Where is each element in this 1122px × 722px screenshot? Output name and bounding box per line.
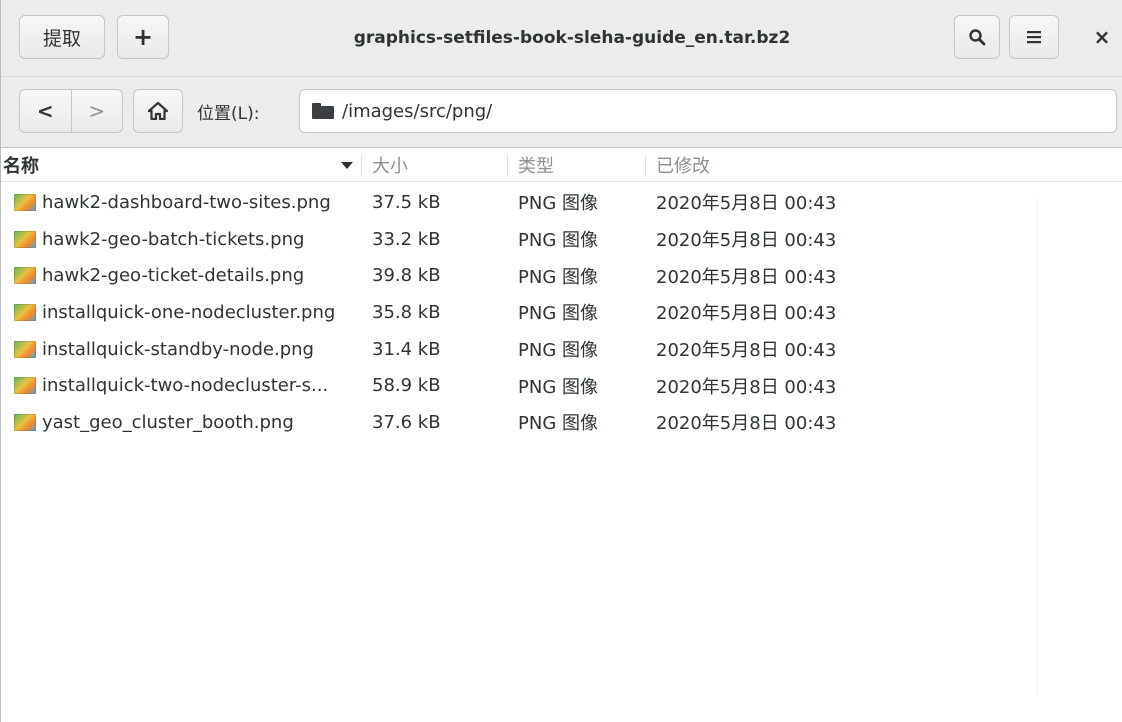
file-type: PNG 图像	[518, 266, 598, 288]
file-type: PNG 图像	[518, 413, 598, 435]
file-modified: 2020年5月8日 00:43	[656, 266, 837, 288]
image-file-icon	[14, 413, 36, 431]
file-row[interactable]: hawk2-geo-batch-tickets.png 33.2 kB PNG …	[1, 221, 1122, 258]
file-name-cell: hawk2-dashboard-two-sites.png	[14, 184, 360, 221]
file-name-cell: installquick-two-nodecluster-s...	[14, 367, 360, 404]
file-size: 37.6 kB	[372, 411, 441, 433]
file-type: PNG 图像	[518, 376, 598, 398]
file-size: 39.8 kB	[372, 265, 441, 287]
location-path-field[interactable]: /images/src/png/	[299, 89, 1117, 133]
sort-descending-icon	[341, 162, 353, 169]
file-name: installquick-standby-node.png	[42, 338, 314, 360]
column-divider	[645, 154, 646, 176]
file-modified: 2020年5月8日 00:43	[656, 340, 837, 362]
file-modified: 2020年5月8日 00:43	[656, 376, 837, 398]
column-header-row: 名称 大小 类型 已修改	[1, 148, 1122, 182]
home-button[interactable]	[133, 89, 183, 133]
file-modified: 2020年5月8日 00:43	[656, 413, 837, 435]
column-divider	[507, 154, 508, 176]
back-button[interactable]: <	[20, 90, 72, 132]
home-icon	[148, 102, 168, 120]
column-divider	[361, 154, 362, 176]
search-button[interactable]	[954, 15, 1000, 59]
file-name-cell: yast_geo_cluster_booth.png	[14, 404, 360, 441]
file-row[interactable]: installquick-two-nodecluster-s... 58.9 k…	[1, 367, 1122, 404]
navigation-buttons: < >	[19, 89, 123, 133]
file-name: installquick-one-nodecluster.png	[42, 301, 336, 323]
file-row[interactable]: installquick-standby-node.png 31.4 kB PN…	[1, 331, 1122, 368]
file-modified: 2020年5月8日 00:43	[656, 193, 837, 215]
extract-button[interactable]: 提取	[19, 15, 105, 59]
column-header-size[interactable]: 大小	[372, 148, 408, 182]
file-name-cell: hawk2-geo-batch-tickets.png	[14, 221, 360, 258]
image-file-icon	[14, 267, 36, 285]
close-icon: ×	[1093, 25, 1111, 49]
file-type: PNG 图像	[518, 230, 598, 252]
image-file-icon	[14, 377, 36, 395]
file-name: yast_geo_cluster_booth.png	[42, 411, 294, 433]
file-list: hawk2-dashboard-two-sites.png 37.5 kB PN…	[1, 184, 1122, 441]
image-file-icon	[14, 303, 36, 321]
file-name-cell: installquick-one-nodecluster.png	[14, 294, 360, 331]
file-type: PNG 图像	[518, 303, 598, 325]
add-files-button[interactable]: +	[117, 15, 169, 59]
file-type: PNG 图像	[518, 193, 598, 215]
menu-button[interactable]	[1009, 15, 1059, 59]
file-row[interactable]: yast_geo_cluster_booth.png 37.6 kB PNG 图…	[1, 404, 1122, 441]
column-header-type[interactable]: 类型	[518, 148, 554, 182]
window-title: graphics-setfiles-book-sleha-guide_en.ta…	[353, 28, 791, 48]
file-size: 37.5 kB	[372, 191, 441, 213]
location-label: 位置(L):	[197, 103, 260, 124]
folder-icon	[312, 103, 334, 119]
file-modified: 2020年5月8日 00:43	[656, 303, 837, 325]
file-row[interactable]: hawk2-dashboard-two-sites.png 37.5 kB PN…	[1, 184, 1122, 221]
column-header-modified[interactable]: 已修改	[656, 148, 710, 182]
file-size: 33.2 kB	[372, 228, 441, 250]
archive-manager-window: 提取 + graphics-setfiles-book-sleha-guide_…	[0, 0, 1122, 722]
search-icon	[969, 29, 986, 46]
image-file-icon	[14, 340, 36, 358]
image-file-icon	[14, 193, 36, 211]
file-name: hawk2-dashboard-two-sites.png	[42, 191, 331, 213]
file-size: 35.8 kB	[372, 301, 441, 323]
file-name: hawk2-geo-ticket-details.png	[42, 265, 305, 287]
file-modified: 2020年5月8日 00:43	[656, 230, 837, 252]
location-path-text: /images/src/png/	[342, 100, 493, 122]
file-row[interactable]: installquick-one-nodecluster.png 35.8 kB…	[1, 294, 1122, 331]
file-name: installquick-two-nodecluster-s...	[42, 375, 329, 397]
forward-button[interactable]: >	[72, 90, 123, 132]
location-bar: < > 位置(L): /images/src/png/	[1, 76, 1122, 148]
column-header-name[interactable]: 名称	[3, 148, 357, 182]
file-name-cell: installquick-standby-node.png	[14, 331, 360, 368]
header-bar: 提取 + graphics-setfiles-book-sleha-guide_…	[1, 0, 1122, 76]
back-icon: <	[36, 99, 54, 123]
file-name: hawk2-geo-batch-tickets.png	[42, 228, 305, 250]
file-size: 31.4 kB	[372, 338, 441, 360]
file-size: 58.9 kB	[372, 375, 441, 397]
file-name-cell: hawk2-geo-ticket-details.png	[14, 257, 360, 294]
hamburger-menu-icon	[1027, 31, 1041, 44]
file-type: PNG 图像	[518, 340, 598, 362]
forward-icon: >	[88, 99, 106, 123]
file-row[interactable]: hawk2-geo-ticket-details.png 39.8 kB PNG…	[1, 257, 1122, 294]
image-file-icon	[14, 230, 36, 248]
close-button[interactable]: ×	[1085, 15, 1119, 59]
